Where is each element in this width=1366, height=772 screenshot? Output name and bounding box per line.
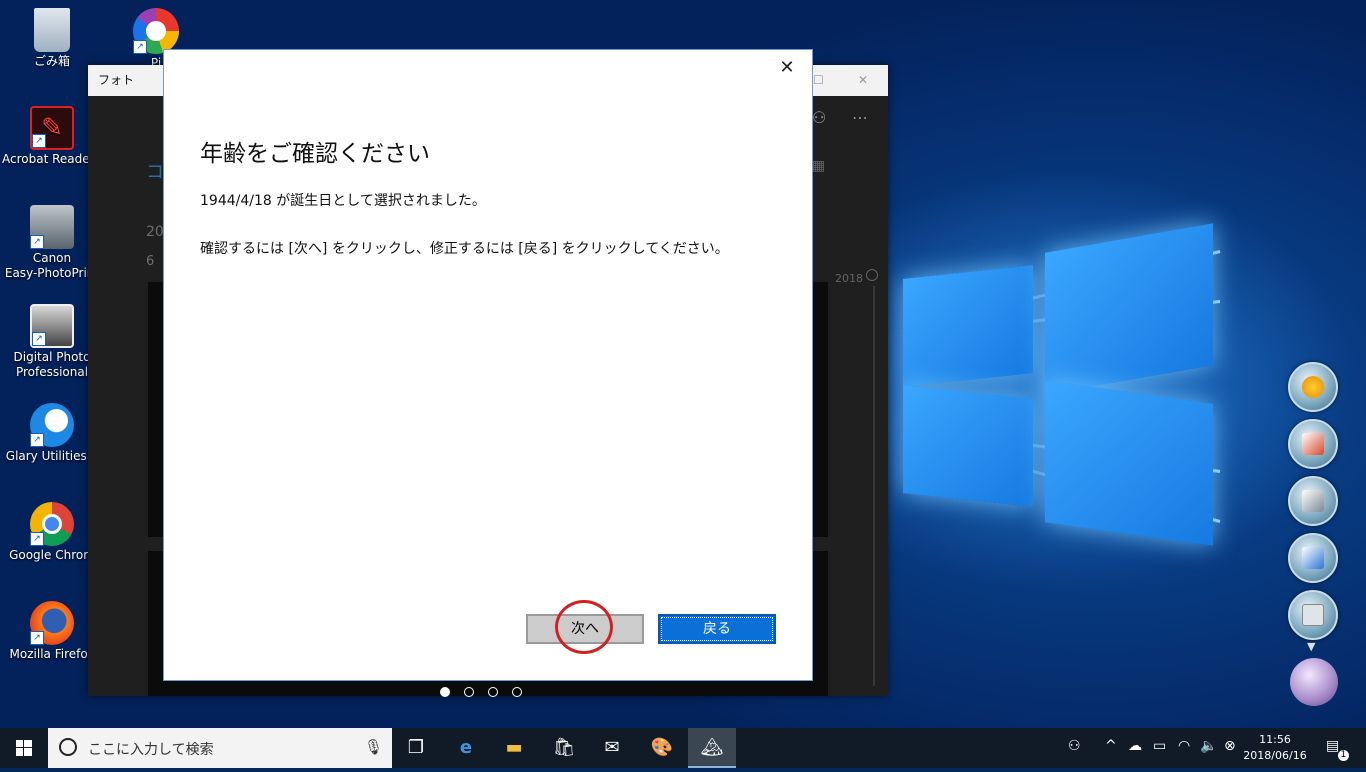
dialog-title: 年齢をご確認ください	[200, 141, 430, 167]
folder-icon: ▬	[505, 737, 523, 758]
solution-menu-orb[interactable]	[1290, 658, 1338, 706]
windows-logo-pane	[903, 385, 1033, 507]
search-placeholder: ここに入力して検索	[88, 742, 214, 758]
shortcut-arrow-icon: ↗	[30, 631, 44, 645]
desktop-icon-google-chrome[interactable]: ↗ Google Chrom	[2, 502, 102, 563]
close-icon[interactable]: ✕	[776, 57, 798, 79]
windows-logo-pane	[903, 265, 1033, 387]
chrome-icon: ↗	[30, 502, 74, 546]
desktop-icon-label: Easy-PhotoPrint	[4, 266, 100, 280]
desktop-icon-label: ごみ箱	[33, 54, 70, 68]
birthday-message: 1944/4/18 が誕生日として選択されました。	[200, 193, 486, 209]
taskbar-clock[interactable]: 11:56 2018/06/16	[1242, 732, 1308, 764]
chevron-up-icon[interactable]: ^	[1105, 738, 1117, 754]
close-icon[interactable]: ✕	[858, 65, 868, 96]
windows-logo-pane	[1045, 380, 1213, 546]
chevron-down-icon[interactable]: ▼	[1307, 640, 1315, 653]
solution-menu-gadget[interactable]	[1288, 590, 1338, 640]
printer-icon	[1302, 490, 1324, 512]
windows-logo-pane	[1045, 223, 1213, 395]
desktop-icon-recycle-bin[interactable]: ごみ箱	[2, 8, 102, 69]
photos-icon: 🏔	[700, 737, 724, 758]
wifi-gadget[interactable]	[1288, 362, 1338, 412]
cortana-circle-icon	[59, 738, 77, 756]
photos-window-title: フォト	[98, 73, 135, 87]
close-circle-icon[interactable]: ⊗	[1224, 738, 1236, 754]
start-button[interactable]	[0, 728, 48, 768]
network-wifi-icon[interactable]: ◠	[1178, 738, 1190, 754]
solution-menu-icon	[1302, 604, 1324, 626]
desktop-icon-mozilla-firefox[interactable]: ↗ Mozilla Firefox	[2, 601, 102, 662]
picasa-icon: ↗	[133, 8, 179, 54]
edge-button[interactable]: e	[442, 728, 490, 768]
desktop-icon-label: Acrobat Reader D	[2, 152, 102, 166]
shortcut-arrow-icon: ↗	[133, 40, 147, 54]
clock-time: 11:56	[1259, 733, 1291, 746]
photo-album-icon	[1302, 433, 1324, 455]
desktop-icon-label: Professional	[15, 365, 89, 379]
windows-start-icon	[16, 740, 32, 756]
print-gadget[interactable]	[1288, 476, 1338, 526]
onedrive-cloud-icon[interactable]: ☁	[1128, 738, 1142, 754]
shortcut-arrow-icon: ↗	[30, 235, 44, 249]
shortcut-arrow-icon: ↗	[32, 134, 46, 148]
battery-icon[interactable]: ▭	[1153, 738, 1166, 754]
paint-button[interactable]: 🎨	[638, 728, 686, 768]
pager-dots	[440, 682, 536, 697]
taskbar-search-box[interactable]: ここに入力して検索 🎙	[48, 728, 392, 768]
acrobat-icon: ✎ ↗	[30, 106, 74, 150]
back-button[interactable]: 戻る	[658, 614, 776, 644]
desktop-icon-label: Google Chrom	[9, 548, 95, 562]
pager-dot[interactable]	[464, 687, 474, 697]
shortcut-arrow-icon: ↗	[30, 433, 44, 447]
maximize-icon[interactable]: ☐	[813, 65, 824, 96]
desktop-icon-digital-photo-professional[interactable]: ↗ Digital Photo Professional	[2, 304, 102, 380]
store-button[interactable]: 🛍	[540, 728, 588, 768]
notification-count: 1	[1338, 750, 1349, 761]
paint-palette-icon: 🎨	[650, 737, 674, 758]
wifi-icon	[1302, 376, 1324, 398]
microphone-icon[interactable]: 🎙	[364, 738, 383, 756]
taskbar: ここに入力して検索 🎙 ❐ e ▬ 🛍 ✉ 🎨 🏔 ⚇ ^ ☁ ▭ ◠ 🔈 ⊗ …	[0, 728, 1366, 768]
recycle-bin-icon	[34, 8, 70, 52]
firefox-icon: ↗	[30, 601, 74, 645]
clock-date: 2018/06/16	[1243, 749, 1307, 762]
task-view-icon: ❐	[407, 737, 425, 758]
pager-dot[interactable]	[512, 687, 522, 697]
desktop-icon-glary-utilities[interactable]: ↗ Glary Utilities 5	[2, 403, 102, 464]
pager-dot[interactable]	[440, 687, 450, 697]
mail-icon: ✉	[604, 737, 620, 758]
store-bag-icon: 🛍	[552, 737, 576, 758]
photo-print-gadget[interactable]	[1288, 533, 1338, 583]
pager-dot[interactable]	[488, 687, 498, 697]
instruction-message: 確認するには [次へ] をクリックし、修正するには [戻る] をクリックしてくだ…	[200, 241, 729, 257]
edge-icon: e	[459, 737, 473, 758]
shortcut-arrow-icon: ↗	[32, 332, 46, 346]
volume-icon[interactable]: 🔈	[1200, 738, 1217, 754]
desktop-icon-label: Canon	[32, 251, 72, 265]
desktop-icon-label: Digital Photo	[13, 350, 91, 364]
desktop-icon-label: Mozilla Firefox	[9, 647, 95, 661]
file-explorer-button[interactable]: ▬	[490, 728, 538, 768]
photos-taskbar-button[interactable]: 🏔	[688, 728, 736, 768]
shortcut-arrow-icon: ↗	[30, 532, 44, 546]
desktop-icon-acrobat-reader[interactable]: ✎ ↗ Acrobat Reader D	[2, 106, 102, 167]
desktop-icon-canon-easy-photoprint[interactable]: ↗ Canon Easy-PhotoPrint	[2, 205, 102, 281]
people-icon[interactable]: ⚇	[1068, 738, 1081, 754]
action-center-icon[interactable]: ▤	[1326, 738, 1339, 754]
mail-button[interactable]: ✉	[588, 728, 636, 768]
glary-moon-icon: ↗	[30, 403, 74, 447]
photo-gadget[interactable]	[1288, 419, 1338, 469]
desktop-icon-label: Glary Utilities 5	[5, 449, 99, 463]
camera-photo-icon: ↗	[30, 304, 74, 348]
age-confirmation-dialog: ✕ 年齢をご確認ください 1944/4/18 が誕生日として選択されました。 確…	[163, 49, 813, 681]
photo-print-icon	[1302, 547, 1324, 569]
task-view-button[interactable]: ❐	[392, 728, 440, 768]
printer-icon: ↗	[30, 205, 74, 249]
next-button[interactable]: 次へ	[526, 614, 644, 644]
